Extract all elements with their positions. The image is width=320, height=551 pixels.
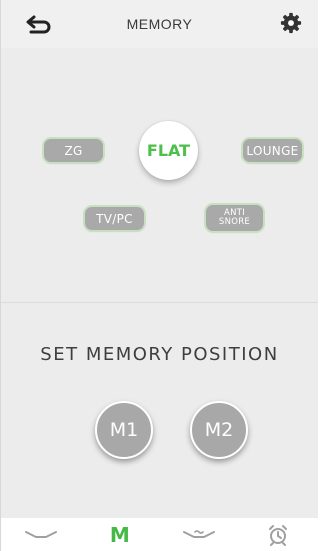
bed-position-icon xyxy=(24,530,57,538)
zg-preset-button[interactable]: ZG xyxy=(44,139,103,162)
set-memory-position-label: SET MEMORY POSITION xyxy=(40,344,279,365)
gear-icon xyxy=(280,12,302,34)
app-frame: MEMORY FLAT ZG LOUNGE TV/PC ANTI SNORE S… xyxy=(0,0,318,551)
memory-2-button[interactable]: M2 xyxy=(190,401,248,459)
nav-item-position[interactable] xyxy=(16,518,66,551)
anti-snore-label-line2: SNORE xyxy=(218,217,251,227)
alarm-clock-icon xyxy=(269,524,288,546)
flat-preset-button[interactable]: FLAT xyxy=(139,121,198,180)
anti-snore-preset-button[interactable]: ANTI SNORE xyxy=(206,205,263,231)
memory-icon: M xyxy=(109,522,130,547)
section-divider xyxy=(1,302,318,303)
nav-item-memory[interactable]: M xyxy=(95,518,145,551)
header: MEMORY xyxy=(1,0,318,48)
settings-button[interactable] xyxy=(280,12,304,36)
back-button[interactable] xyxy=(25,12,61,38)
control-panel: FLAT ZG LOUNGE TV/PC ANTI SNORE SET MEMO… xyxy=(1,48,318,518)
lounge-preset-button[interactable]: LOUNGE xyxy=(243,139,302,162)
back-arrow-icon xyxy=(26,15,51,34)
nav-item-massage[interactable] xyxy=(174,518,224,551)
bottom-nav: M xyxy=(1,518,318,551)
memory-1-button[interactable]: M1 xyxy=(95,401,153,459)
page-title: MEMORY xyxy=(126,16,193,32)
nav-item-alarm[interactable] xyxy=(253,518,303,551)
massage-icon xyxy=(183,529,216,538)
tv-pc-preset-button[interactable]: TV/PC xyxy=(85,207,144,230)
